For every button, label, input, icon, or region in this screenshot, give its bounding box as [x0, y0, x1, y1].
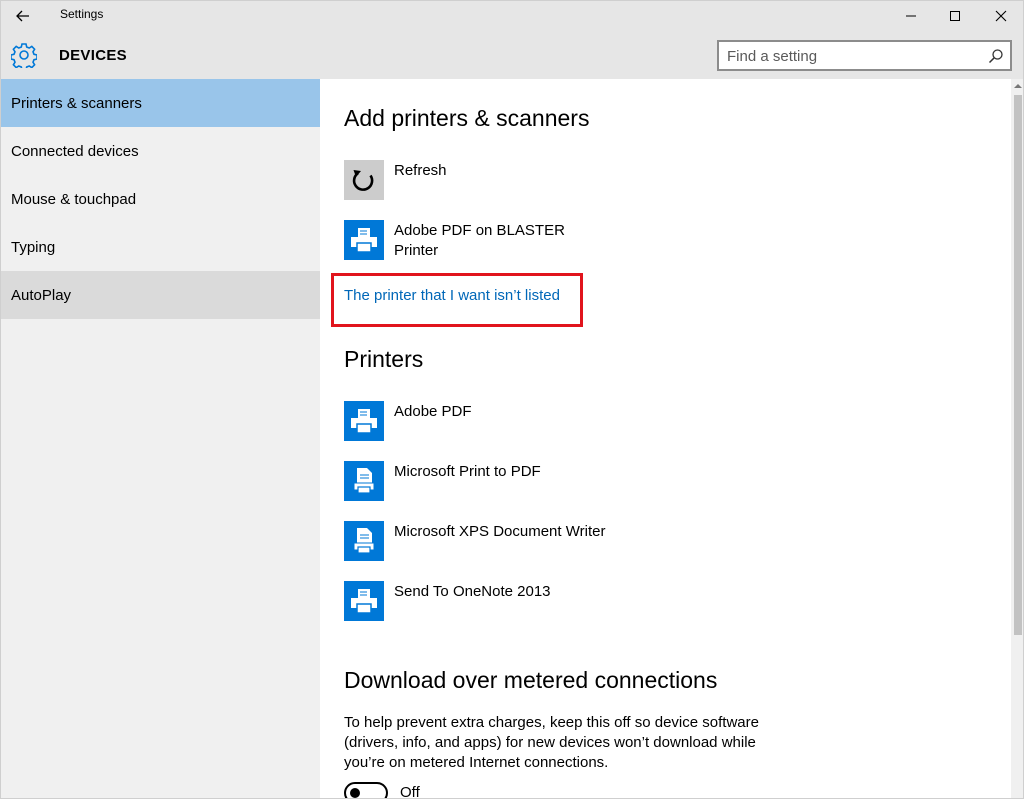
minimize-button[interactable] [888, 1, 934, 31]
sidebar-item-label: Typing [11, 238, 56, 256]
printers-heading: Printers [344, 346, 424, 372]
found-device-type: Printer [394, 242, 439, 259]
search-icon[interactable] [988, 48, 1004, 64]
sidebar-item-label: AutoPlay [11, 286, 72, 304]
refresh-icon [352, 170, 374, 191]
chevron-up-icon [1014, 84, 1022, 88]
scrollbar[interactable] [1011, 79, 1023, 798]
document-printer-icon-tile [344, 521, 384, 561]
sidebar-item-printers-scanners[interactable]: Printers & scanners [1, 79, 320, 127]
document-printer-icon-tile [344, 461, 384, 501]
search-box[interactable] [717, 40, 1012, 71]
section-title: DEVICES [59, 47, 127, 64]
sidebar: Printers & scanners Connected devices Mo… [1, 79, 320, 798]
add-printers-heading: Add printers & scanners [344, 105, 590, 131]
printer-label: Microsoft XPS Document Writer [394, 523, 606, 540]
printer-label: Send To OneNote 2013 [394, 583, 551, 600]
sidebar-item-label: Connected devices [11, 142, 139, 160]
sidebar-item-connected-devices[interactable]: Connected devices [1, 127, 320, 175]
metered-toggle[interactable] [344, 782, 388, 798]
sidebar-item-label: Printers & scanners [11, 94, 142, 112]
printer-icon-tile [344, 401, 384, 441]
found-device-adobe-pdf-blaster[interactable]: Adobe PDF on BLASTER Printer [344, 220, 584, 260]
refresh-icon-tile [344, 160, 384, 200]
printer-item-send-to-onenote[interactable]: Send To OneNote 2013 [344, 581, 654, 621]
back-arrow-icon [16, 10, 29, 22]
printer-label: Adobe PDF [394, 403, 472, 420]
minimize-icon [906, 15, 916, 17]
printer-icon [351, 228, 377, 253]
printer-icon [351, 409, 377, 434]
toggle-knob [350, 788, 360, 798]
close-icon [995, 10, 1007, 22]
close-button[interactable] [978, 1, 1023, 31]
refresh-label: Refresh [394, 162, 447, 179]
sidebar-item-autoplay[interactable]: AutoPlay [1, 271, 320, 319]
scroll-up-button[interactable] [1011, 79, 1023, 93]
sidebar-item-typing[interactable]: Typing [1, 223, 320, 271]
printer-not-listed-link[interactable]: The printer that I want isn’t listed [344, 287, 560, 304]
scroll-thumb[interactable] [1014, 95, 1022, 635]
printer-icon [351, 589, 377, 614]
document-printer-icon [353, 528, 375, 554]
title-bar: Settings DEVICES [1, 1, 1023, 79]
sidebar-item-label: Mouse & touchpad [11, 190, 137, 208]
found-device-name: Adobe PDF on BLASTER [394, 222, 565, 239]
settings-window: Settings DEVICES Printers & scanners [0, 0, 1024, 799]
gear-icon [11, 43, 37, 68]
maximize-icon [950, 11, 960, 21]
printer-item-microsoft-xps-document-writer[interactable]: Microsoft XPS Document Writer [344, 521, 654, 561]
search-input[interactable] [727, 46, 977, 66]
maximize-button[interactable] [932, 1, 978, 31]
printer-icon-tile [344, 581, 384, 621]
metered-description: To help prevent extra charges, keep this… [344, 714, 759, 771]
printer-item-adobe-pdf[interactable]: Adobe PDF [344, 401, 654, 441]
metered-heading: Download over metered connections [344, 667, 718, 693]
printer-label: Microsoft Print to PDF [394, 463, 541, 480]
metered-toggle-state: Off [400, 784, 420, 799]
printer-item-microsoft-print-to-pdf[interactable]: Microsoft Print to PDF [344, 461, 654, 501]
document-printer-icon [353, 468, 375, 494]
sidebar-item-mouse-touchpad[interactable]: Mouse & touchpad [1, 175, 320, 223]
found-device-label: Adobe PDF on BLASTER Printer [394, 221, 584, 261]
refresh-button[interactable]: Refresh [344, 160, 584, 200]
window-title: Settings [60, 7, 104, 21]
printer-icon-tile [344, 220, 384, 260]
back-button[interactable] [9, 3, 37, 29]
